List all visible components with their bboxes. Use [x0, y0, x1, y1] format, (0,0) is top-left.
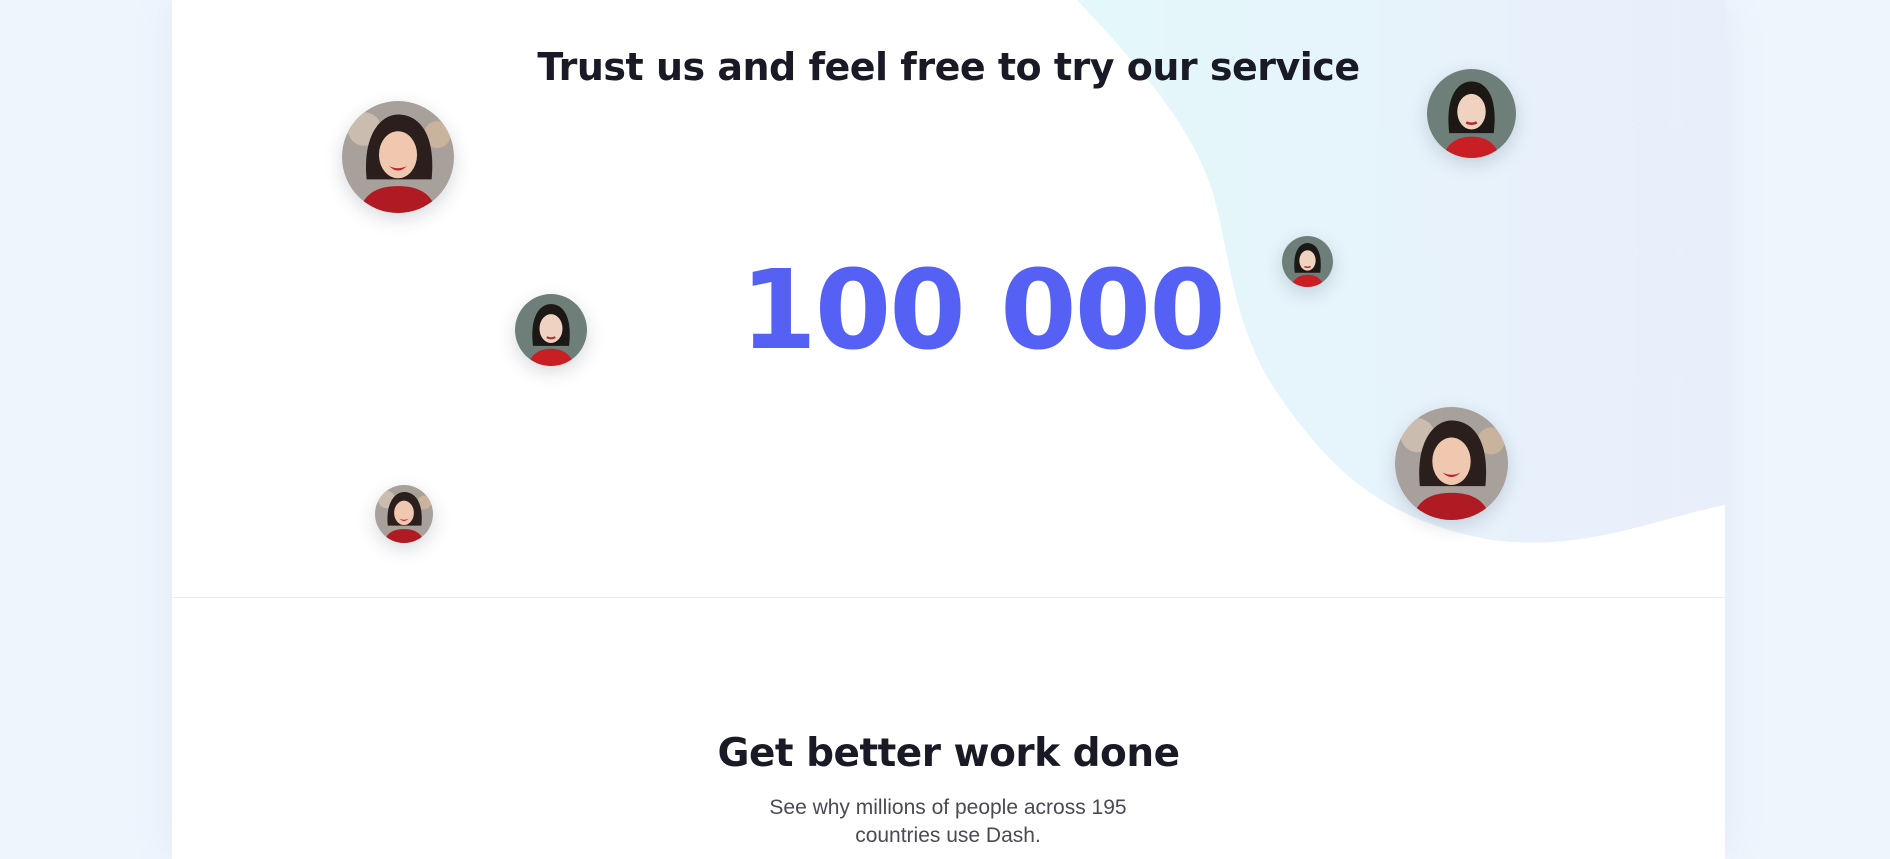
- avatar-smiling-woman-large: [1395, 407, 1508, 520]
- features-section: Get better work done See why millions of…: [172, 598, 1725, 859]
- user-counter: 100 000: [740, 246, 1226, 374]
- avatar-serious-woman-mid: [515, 294, 587, 366]
- avatar-smiling-woman-small: [375, 485, 433, 543]
- features-subtitle: See why millions of people across 195 co…: [769, 796, 1127, 847]
- avatar-serious-woman-small: [1282, 236, 1333, 287]
- features-title: Get better work done: [717, 731, 1180, 776]
- avatar-serious-woman: [1427, 69, 1516, 158]
- page-content: Trust us and feel free to try our servic…: [172, 0, 1725, 859]
- avatar-smiling-woman: [342, 101, 454, 213]
- trust-section: Trust us and feel free to try our servic…: [172, 0, 1725, 598]
